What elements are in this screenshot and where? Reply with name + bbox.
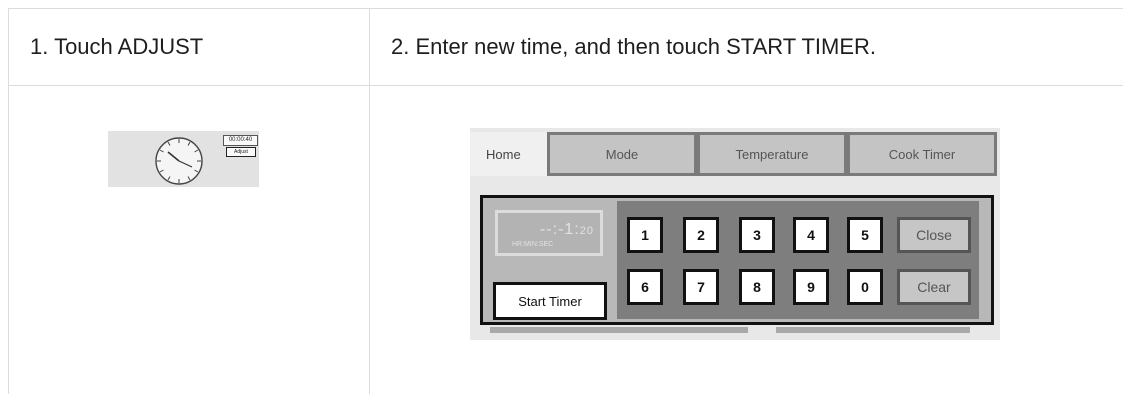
key-6[interactable]: 6 — [627, 269, 663, 305]
time-display: --:-1:20 HR:MIN:SEC — [495, 210, 603, 256]
key-5[interactable]: 5 — [847, 217, 883, 253]
scroll-track-left — [490, 327, 748, 333]
key-4[interactable]: 4 — [793, 217, 829, 253]
header-step-2: 2. Enter new time, and then touch START … — [391, 33, 877, 59]
clear-button[interactable]: Clear — [897, 269, 971, 305]
scroll-track-right — [776, 327, 970, 333]
time-format-label: HR:MIN:SEC — [512, 241, 554, 248]
time-display-main: --:-1: — [539, 221, 580, 238]
timer-entry-panel: --:-1:20 HR:MIN:SEC Start Timer 1 2 3 4 … — [480, 195, 994, 325]
tab-mode[interactable]: Mode — [547, 132, 697, 176]
step1-screen: 00:00:40 Adjust — [108, 131, 259, 187]
key-7[interactable]: 7 — [683, 269, 719, 305]
clock-icon — [155, 137, 203, 185]
timer-readout: 00:00:40 — [223, 135, 258, 146]
tab-cook-timer[interactable]: Cook Timer — [847, 132, 997, 176]
step2-screen: Home Mode Temperature Cook Timer --:-1:2… — [470, 128, 1000, 340]
header-step-1: 1. Touch ADJUST — [30, 33, 204, 59]
tab-temperature[interactable]: Temperature — [697, 132, 847, 176]
start-timer-button[interactable]: Start Timer — [493, 282, 607, 320]
key-1[interactable]: 1 — [627, 217, 663, 253]
key-9[interactable]: 9 — [793, 269, 829, 305]
time-display-value: --:-1:20 — [540, 221, 594, 239]
tab-home[interactable]: Home — [470, 132, 548, 176]
close-button[interactable]: Close — [897, 217, 971, 253]
key-2[interactable]: 2 — [683, 217, 719, 253]
key-0[interactable]: 0 — [847, 269, 883, 305]
key-8[interactable]: 8 — [739, 269, 775, 305]
table-left-border — [8, 8, 9, 394]
time-display-seconds: 20 — [579, 225, 594, 237]
column-divider — [369, 8, 370, 394]
key-3[interactable]: 3 — [739, 217, 775, 253]
numeric-keypad: 1 2 3 4 5 Close 6 7 8 9 0 Clear — [617, 201, 979, 319]
header-bottom-border — [8, 85, 1123, 86]
adjust-button[interactable]: Adjust — [226, 147, 256, 157]
